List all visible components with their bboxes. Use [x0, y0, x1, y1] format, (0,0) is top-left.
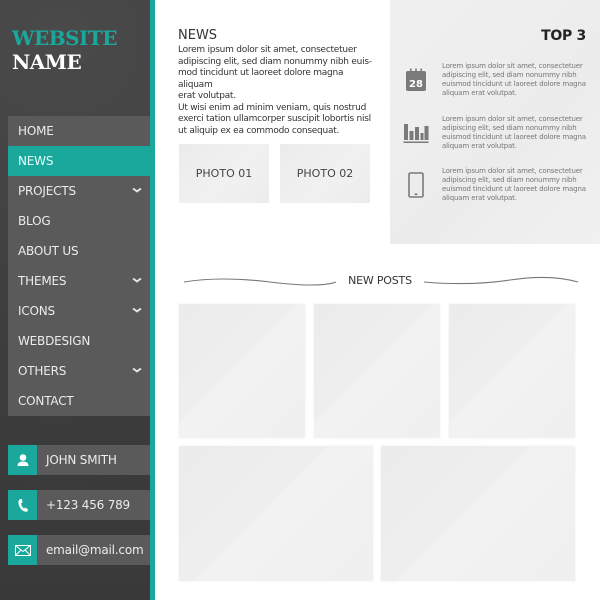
- top3-item[interactable]: 28 Lorem ipsum dolor sit amet, consectet…: [402, 62, 592, 98]
- nav-item-label: PROJECTS: [18, 184, 76, 198]
- contact-phone-text: +123 456 789: [46, 498, 130, 512]
- contact-email[interactable]: email@mail.com: [8, 535, 151, 565]
- nav-item-label: ICONS: [18, 304, 55, 318]
- news-body: Lorem ipsum dolor sit amet, consectetuer…: [178, 45, 372, 136]
- phone-icon: [8, 490, 37, 520]
- photo-01[interactable]: PHOTO 01: [179, 144, 269, 203]
- photo-label: PHOTO 01: [195, 167, 253, 180]
- calendar-day: 28: [409, 79, 423, 90]
- chevron-down-icon[interactable]: [132, 186, 142, 196]
- nav-item-news[interactable]: NEWS: [8, 146, 155, 176]
- top3-title: TOP 3: [541, 28, 586, 44]
- news-section: NEWS Lorem ipsum dolor sit amet, consect…: [178, 28, 378, 137]
- nav-item-label: THEMES: [18, 274, 67, 288]
- calendar-icon: 28: [402, 62, 430, 98]
- nav-item-webdesign[interactable]: WEBDESIGN: [8, 326, 151, 356]
- logo-line-website: WEBSITE: [12, 26, 118, 50]
- contact-name: JOHN SMITH: [8, 445, 151, 475]
- top3-item-text: Lorem ipsum dolor sit amet, consectetuer…: [442, 115, 586, 150]
- chevron-down-icon[interactable]: [132, 306, 142, 316]
- nav-item-label: CONTACT: [18, 394, 74, 408]
- contact-email-text: email@mail.com: [46, 543, 144, 557]
- new-posts-header: NEW POSTS: [180, 270, 580, 292]
- new-posts-title: NEW POSTS: [348, 274, 412, 287]
- nav-item-label: OTHERS: [18, 364, 67, 378]
- top3-item[interactable]: Lorem ipsum dolor sit amet, consectetuer…: [402, 115, 592, 151]
- nav-item-contact[interactable]: CONTACT: [8, 386, 151, 416]
- tablet-icon: [402, 167, 430, 203]
- sidebar: WEBSITE NAME HOME NEWS PROJECTS BLOG ABO…: [0, 0, 155, 600]
- nav-item-others[interactable]: OTHERS: [8, 356, 151, 386]
- nav-item-themes[interactable]: THEMES: [8, 266, 151, 296]
- top3-item-text: Lorem ipsum dolor sit amet, consectetuer…: [442, 167, 586, 202]
- bar-chart-icon: [402, 115, 430, 151]
- post-thumbnail[interactable]: [449, 304, 575, 438]
- nav-item-icons[interactable]: ICONS: [8, 296, 151, 326]
- nav-item-home[interactable]: HOME: [8, 116, 151, 146]
- nav-item-label: BLOG: [18, 214, 51, 228]
- sidebar-accent-stripe: [150, 0, 155, 600]
- chevron-down-icon[interactable]: [132, 276, 142, 286]
- main-nav: HOME NEWS PROJECTS BLOG ABOUT US THEMES …: [8, 116, 155, 416]
- mail-icon: [8, 535, 37, 565]
- nav-item-about-us[interactable]: ABOUT US: [8, 236, 151, 266]
- post-thumbnail[interactable]: [381, 446, 575, 581]
- nav-item-label: WEBDESIGN: [18, 334, 91, 348]
- nav-item-projects[interactable]: PROJECTS: [8, 176, 151, 206]
- user-icon: [8, 445, 37, 475]
- news-title: NEWS: [178, 28, 218, 43]
- contact-phone[interactable]: +123 456 789: [8, 490, 151, 520]
- top3-item[interactable]: Lorem ipsum dolor sit amet, consectetuer…: [402, 167, 592, 203]
- top3-item-text: Lorem ipsum dolor sit amet, consectetuer…: [442, 62, 586, 97]
- logo-line-name: NAME: [12, 50, 82, 74]
- photo-02[interactable]: PHOTO 02: [280, 144, 370, 203]
- photo-label: PHOTO 02: [296, 167, 354, 180]
- top3-panel: TOP 3 28 Lorem ipsum dolor sit amet, con…: [390, 0, 600, 244]
- nav-item-label: HOME: [18, 124, 54, 138]
- post-thumbnail[interactable]: [179, 304, 305, 438]
- nav-item-label: NEWS: [18, 154, 54, 168]
- chevron-down-icon[interactable]: [132, 366, 142, 376]
- site-logo[interactable]: WEBSITE NAME: [12, 26, 118, 74]
- nav-item-label: ABOUT US: [18, 244, 79, 258]
- post-thumbnail[interactable]: [179, 446, 373, 581]
- nav-item-blog[interactable]: BLOG: [8, 206, 151, 236]
- post-thumbnail[interactable]: [314, 304, 440, 438]
- contact-name-text: JOHN SMITH: [46, 453, 117, 467]
